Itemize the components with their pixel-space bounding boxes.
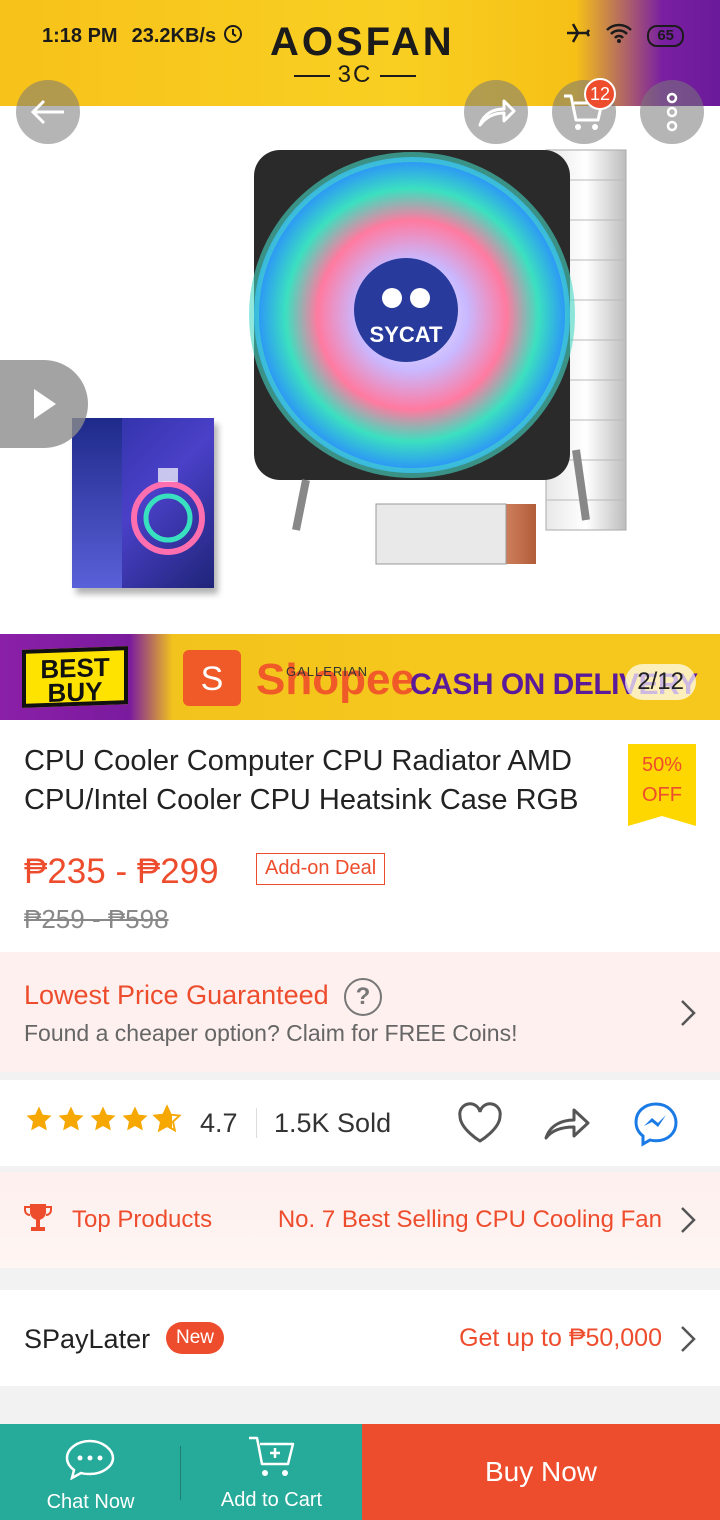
play-icon — [34, 389, 56, 419]
wifi-icon — [605, 22, 633, 50]
bestbuy-logo: BEST BUY — [22, 646, 128, 708]
heart-icon[interactable] — [456, 1102, 504, 1144]
share-arrow-icon[interactable] — [542, 1102, 594, 1144]
back-button[interactable] — [16, 80, 80, 144]
best-selling-rank: No. 7 Best Selling CPU Cooling Fan — [277, 1206, 662, 1233]
chat-now-label: Chat Now — [46, 1491, 135, 1513]
half-star-icon — [152, 1104, 182, 1133]
divider — [0, 1268, 720, 1290]
discount-badge: 50% OFF — [628, 744, 696, 826]
brand-name: AOSFAN — [270, 20, 455, 64]
discount-percent: 50% — [641, 754, 683, 776]
more-vertical-icon — [666, 92, 678, 132]
rating-stars[interactable] — [24, 1104, 182, 1134]
original-price: ₱259 - ₱598 — [24, 904, 169, 934]
chat-bubble-icon — [65, 1439, 115, 1480]
messenger-icon[interactable] — [632, 1100, 684, 1148]
divider — [0, 1072, 720, 1080]
fan-hub-logo: SYCAT — [370, 322, 443, 347]
network-speed: 23.2KB/s — [131, 24, 217, 47]
brand-sub-text: 3C — [337, 61, 373, 88]
airplane-mode-icon — [565, 22, 591, 50]
star-icon — [122, 1106, 148, 1131]
star-icon — [58, 1106, 84, 1131]
play-video-button[interactable] — [0, 360, 88, 448]
trophy-icon — [24, 1204, 52, 1231]
cart-count-badge: 12 — [584, 78, 616, 110]
product-title: CPU Cooler Computer CPU Radiator AMD CPU… — [24, 745, 579, 816]
arrow-left-icon — [30, 99, 64, 125]
chat-now-button[interactable]: Chat Now — [0, 1424, 181, 1520]
rating-score: 4.7 — [200, 1108, 238, 1138]
promo-banner: BEST BUY S Shopee GALLERIAN CASH ON DELI… — [0, 634, 720, 720]
help-icon[interactable]: ? — [344, 978, 382, 1016]
shopee-bag-icon: S — [183, 650, 241, 706]
bottom-action-bar: Chat Now Add to Cart Buy Now — [0, 1424, 720, 1520]
more-options-button[interactable] — [640, 80, 704, 144]
add-to-cart-label: Add to Cart — [220, 1489, 323, 1511]
brand-sub: 3C — [270, 62, 440, 88]
spaylater-label: SPayLater — [24, 1324, 151, 1354]
lowest-price-description: Found a cheaper option? Claim for FREE C… — [24, 1020, 518, 1046]
battery-icon: 65 — [647, 25, 684, 47]
sold-count: 1.5K Sold — [274, 1108, 392, 1138]
status-time: 1:18 PM — [42, 24, 118, 47]
add-cart-icon — [249, 1436, 295, 1476]
gallerian-label: GALLERIAN — [286, 664, 368, 679]
top-products-label: Top Products — [72, 1206, 213, 1233]
current-price: ₱235 - ₱299 — [24, 852, 219, 891]
buy-now-button[interactable]: Buy Now — [362, 1424, 720, 1520]
product-box-image — [72, 418, 214, 588]
add-on-deal-badge[interactable]: Add-on Deal — [256, 853, 386, 885]
cpu-cooler-image: SYCAT — [249, 149, 627, 565]
star-icon — [90, 1106, 116, 1131]
store-brand-logo: AOSFAN 3C — [270, 20, 455, 88]
spaylater-row[interactable]: SPayLater New Get up to ₱50,000 — [0, 1290, 720, 1386]
rating-row: 4.7 1.5K Sold — [0, 1080, 720, 1166]
product-image-gallery[interactable]: 1:18 PM 23.2KB/s 65 AOSFAN 3C 12 SYCAT B… — [0, 0, 720, 720]
alarm-icon — [222, 22, 244, 50]
lowest-price-guaranteed-row[interactable]: Lowest Price Guaranteed ? Found a cheape… — [0, 952, 720, 1072]
discount-off: OFF — [642, 784, 682, 806]
chevron-right-icon — [681, 1000, 696, 1026]
chevron-right-icon — [681, 1207, 696, 1233]
new-badge: New — [166, 1322, 225, 1354]
add-to-cart-button[interactable]: Add to Cart — [181, 1424, 362, 1520]
divider — [0, 1386, 720, 1424]
image-counter: 2/12 — [625, 664, 696, 700]
star-icon — [26, 1106, 52, 1131]
top-products-row[interactable]: Top Products No. 7 Best Selling CPU Cool… — [0, 1172, 720, 1268]
chevron-right-icon — [681, 1326, 696, 1352]
lowest-price-title: Lowest Price Guaranteed — [24, 980, 329, 1010]
spaylater-offer: Get up to ₱50,000 — [459, 1324, 662, 1352]
